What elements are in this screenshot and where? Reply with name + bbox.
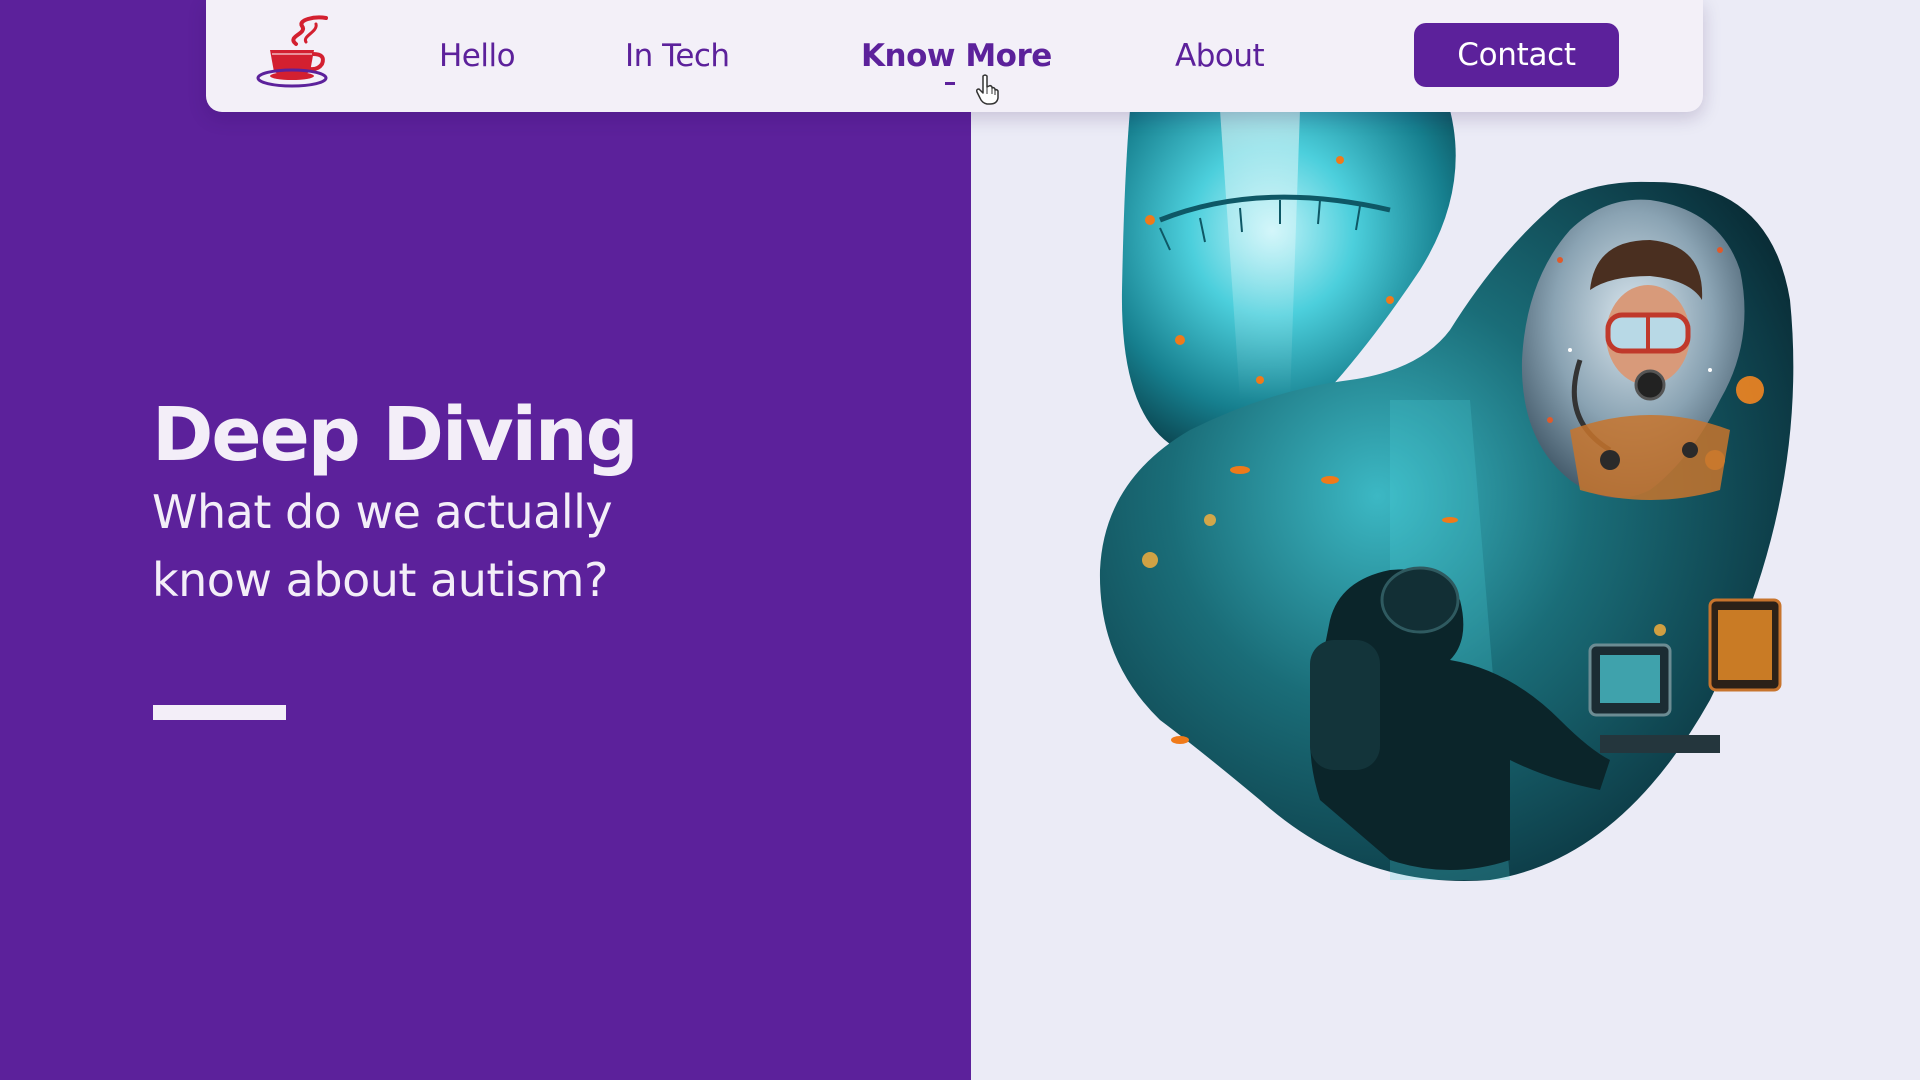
nav-link-about[interactable]: About <box>1175 38 1265 74</box>
hand-pointer-cursor-icon <box>976 74 999 105</box>
nav-link-in-tech[interactable]: In Tech <box>625 38 730 74</box>
nav-link-hello[interactable]: Hello <box>439 38 516 74</box>
top-navbar: Hello In Tech Know More About Contact <box>206 0 1703 112</box>
underwater-illustration-collage <box>1099 110 1794 881</box>
hero-subtitle: What do we actually know about autism? <box>152 485 613 607</box>
hero-divider <box>153 705 286 720</box>
active-nav-indicator <box>945 82 955 85</box>
coffee-cup-logo[interactable] <box>256 14 336 90</box>
hero-title: Deep Diving <box>152 392 639 478</box>
hero-panel: Deep Diving What do we actually know abo… <box>0 0 971 1080</box>
page: Deep Diving What do we actually know abo… <box>0 0 1920 1080</box>
contact-button[interactable]: Contact <box>1414 23 1619 87</box>
nav-link-know-more[interactable]: Know More <box>861 38 1052 74</box>
